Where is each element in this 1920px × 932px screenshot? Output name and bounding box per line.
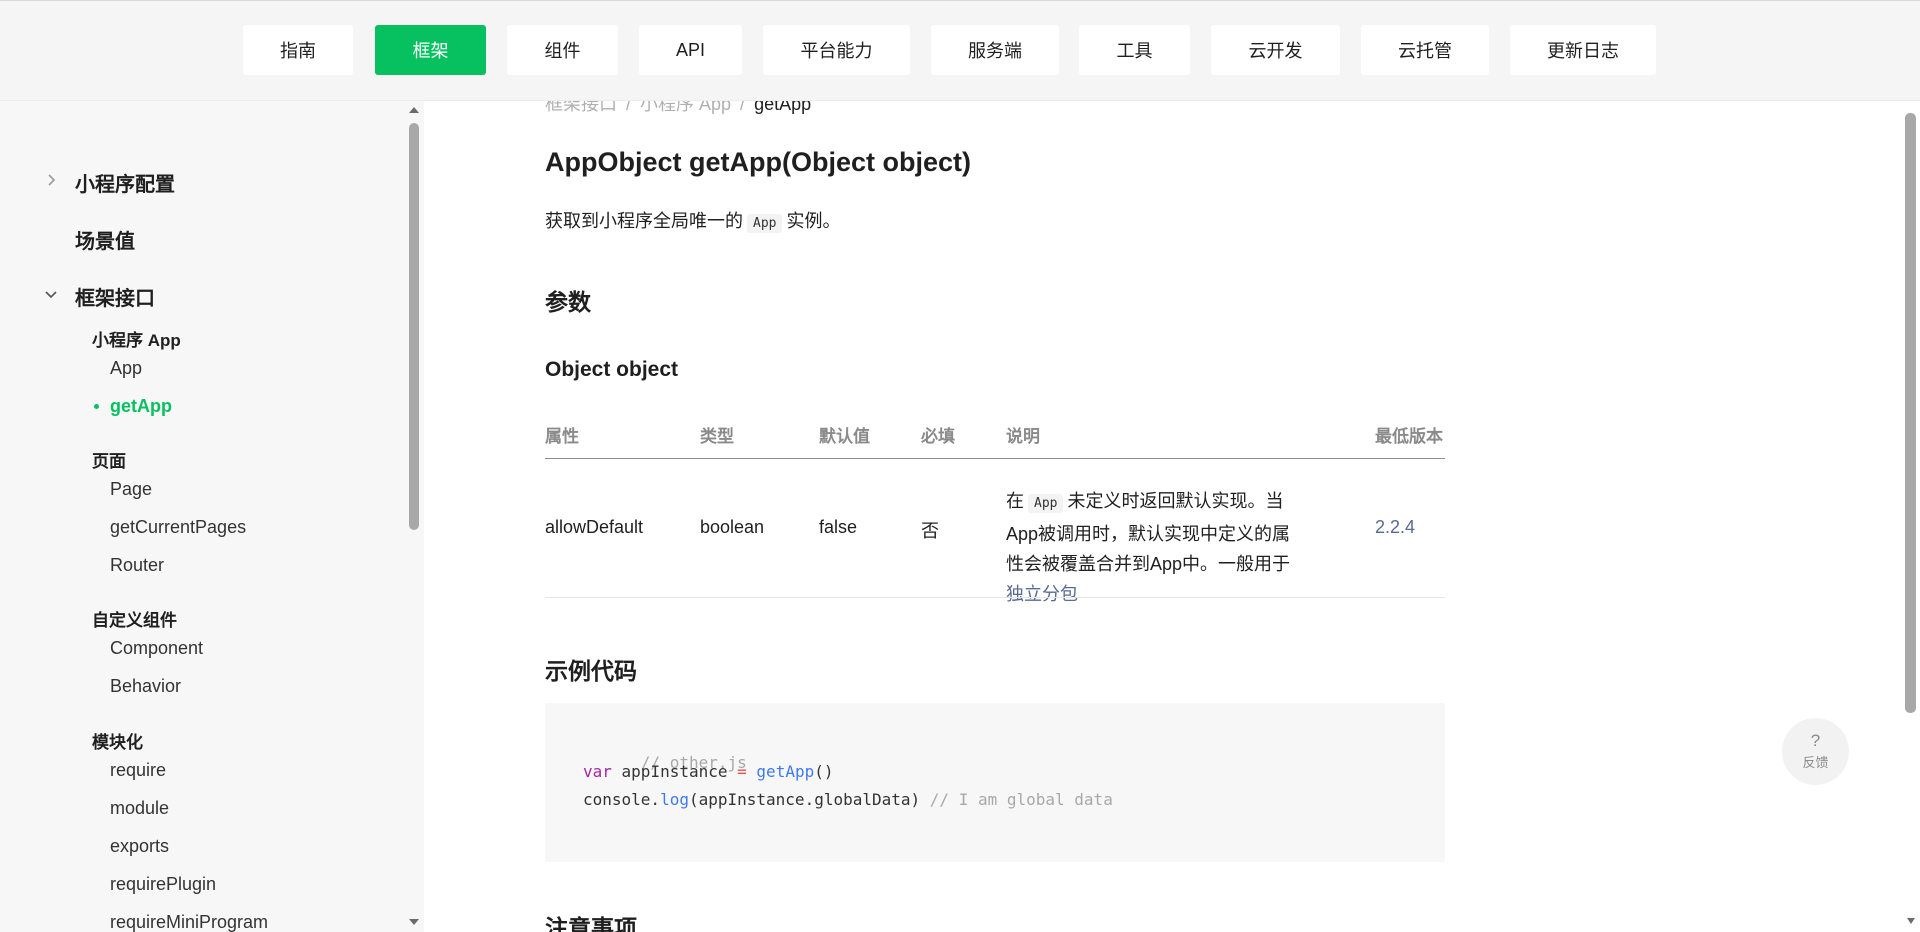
nav-tab-cloud-dev[interactable]: 云开发 — [1211, 25, 1340, 75]
sidebar-item-requireminiprogram[interactable]: requireMiniProgram — [110, 912, 268, 932]
active-dot-icon — [94, 404, 99, 409]
description-text: 实例。 — [786, 211, 841, 231]
table-cell-default: false — [819, 517, 858, 537]
breadcrumb-item[interactable]: 框架接口 — [545, 101, 617, 114]
nav-tab-api[interactable]: API — [639, 25, 742, 75]
nav-tab-tools[interactable]: 工具 — [1079, 25, 1190, 75]
table-cell-required: 否 — [921, 521, 939, 541]
sidebar-group-custom-component[interactable]: 自定义组件 — [92, 606, 177, 631]
object-heading: Object object — [545, 358, 679, 381]
table-header-min-version: 最低版本 — [1375, 427, 1443, 446]
sidebar-item-require[interactable]: require — [110, 760, 166, 781]
code-comment: // I am global data — [929, 790, 1113, 809]
sidebar-item-page[interactable]: Page — [110, 479, 152, 500]
sidebar: 小程序配置 场景值 框架接口 小程序 App App getApp 页面 Pag… — [0, 101, 424, 932]
table-cell-type: boolean — [700, 517, 765, 537]
nav-tab-server[interactable]: 服务端 — [931, 25, 1059, 75]
code-keyword: var — [583, 762, 612, 781]
sidebar-item-scene[interactable]: 场景值 — [75, 225, 135, 254]
sidebar-item-app[interactable]: App — [110, 358, 142, 379]
nav-tab-components[interactable]: 组件 — [507, 25, 618, 75]
main-content: 框架接口 / 小程序 App / getApp AppObject getApp(Obj… — [424, 101, 1920, 932]
sidebar-item-requireplugin[interactable]: requirePlugin — [110, 874, 216, 895]
breadcrumb-separator: / — [740, 101, 746, 114]
code-line-2: var appInstance = getApp() — [583, 762, 833, 781]
scroll-down-arrow-icon[interactable] — [1906, 917, 1916, 925]
table-header-type: 类型 — [700, 427, 734, 446]
table-cell-min-version-link[interactable]: 2.2.4 — [1375, 517, 1415, 538]
table-header-default: 默认值 — [819, 427, 870, 446]
sidebar-group-page[interactable]: 页面 — [92, 447, 126, 472]
top-navigation: 指南 框架 组件 API 平台能力 服务端 工具 云开发 云托管 更新日志 — [0, 0, 1920, 101]
table-cell-property: allowDefault — [545, 517, 644, 537]
sidebar-item-label: getApp — [110, 396, 172, 416]
example-code-heading: 示例代码 — [545, 658, 637, 684]
nav-tab-cloud-hosting[interactable]: 云托管 — [1361, 25, 1489, 75]
page-title: AppObject getApp(Object object) — [545, 147, 972, 177]
description-text: 在 — [1006, 491, 1024, 511]
sidebar-item-miniprogram-config[interactable]: 小程序配置 — [48, 168, 175, 197]
code-function: log — [660, 790, 689, 809]
sidebar-group-modular[interactable]: 模块化 — [92, 728, 143, 753]
breadcrumb-item[interactable]: 小程序 App — [640, 101, 731, 114]
sidebar-scrollbar-thumb[interactable] — [409, 123, 419, 530]
chevron-right-icon — [48, 174, 56, 186]
code-line-3: console.log(appInstance.globalData) // I… — [583, 790, 1113, 809]
sidebar-group-app[interactable]: 小程序 App — [92, 326, 181, 351]
sidebar-item-exports[interactable]: exports — [110, 836, 169, 857]
code-identifier: console. — [583, 790, 661, 809]
breadcrumb-current: getApp — [754, 101, 812, 114]
code-arguments: (appInstance.globalData) — [688, 790, 930, 809]
breadcrumb: 框架接口 / 小程序 App / getApp — [545, 101, 811, 116]
feedback-label: 反馈 — [1802, 755, 1829, 770]
scroll-up-arrow-icon[interactable] — [408, 105, 420, 115]
sidebar-item-behavior[interactable]: Behavior — [110, 676, 181, 697]
sidebar-item-getapp[interactable]: getApp — [94, 396, 172, 417]
breadcrumb-separator: / — [626, 101, 632, 114]
code-identifier: appInstance — [611, 762, 738, 781]
inline-code: App — [747, 214, 783, 233]
chevron-down-icon — [45, 291, 57, 299]
nav-tab-changelog[interactable]: 更新日志 — [1510, 25, 1656, 75]
sidebar-item-module[interactable]: module — [110, 798, 169, 819]
notes-heading: 注意事项 — [545, 915, 637, 932]
nav-tab-guide[interactable]: 指南 — [243, 25, 353, 75]
sidebar-item-label: 小程序配置 — [75, 174, 175, 196]
sidebar-item-component[interactable]: Component — [110, 638, 203, 659]
code-block: // other.js var appInstance = getApp() c… — [545, 703, 1445, 862]
page-scrollbar-thumb[interactable] — [1905, 113, 1916, 713]
scroll-down-arrow-icon[interactable] — [408, 917, 420, 927]
page-description: 获取到小程序全局唯一的 App 实例。 — [545, 207, 840, 233]
table-header-required: 必填 — [921, 427, 955, 446]
table-header-description: 说明 — [1006, 427, 1040, 446]
code-punctuation: () — [814, 762, 834, 781]
params-heading: 参数 — [545, 289, 591, 315]
table-cell-description: 在 App 未定义时返回默认实现。当App被调用时，默认实现中定义的属性会被覆盖合并… — [1006, 486, 1296, 609]
question-icon: ? — [1810, 731, 1821, 750]
nav-tab-framework[interactable]: 框架 — [375, 25, 486, 75]
code-operator: = — [737, 762, 747, 781]
description-text: 获取到小程序全局唯一的 — [545, 211, 743, 231]
table-header-property: 属性 — [545, 427, 579, 446]
feedback-button[interactable]: ? 反馈 — [1782, 718, 1849, 785]
table-header-divider — [545, 458, 1445, 459]
inline-code: App — [1028, 494, 1064, 513]
sidebar-item-framework-api[interactable]: 框架接口 — [45, 282, 155, 311]
nav-tab-platform[interactable]: 平台能力 — [763, 25, 910, 75]
sidebar-item-getcurrentpages[interactable]: getCurrentPages — [110, 517, 246, 538]
table-row-divider — [545, 597, 1445, 598]
subpackage-link[interactable]: 独立分包 — [1006, 584, 1078, 604]
sidebar-item-label: 框架接口 — [75, 288, 155, 310]
sidebar-item-router[interactable]: Router — [110, 555, 164, 576]
code-function: getApp — [756, 762, 815, 781]
sidebar-item-label: 场景值 — [75, 231, 135, 253]
